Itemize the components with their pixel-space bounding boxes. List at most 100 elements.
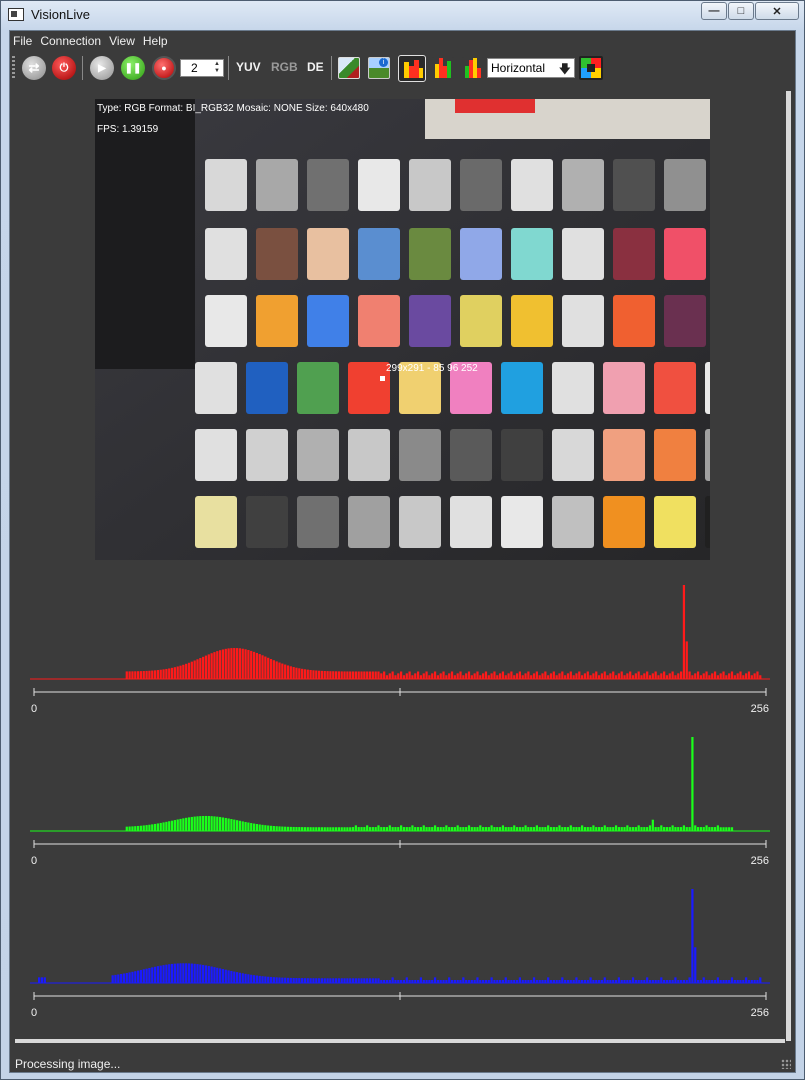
histogram-bar	[614, 825, 618, 831]
histogram-bar	[660, 673, 663, 679]
histogram-bar	[199, 816, 202, 831]
yuv-mode-button[interactable]: YUV	[236, 60, 261, 74]
resize-grip-icon[interactable]	[781, 1059, 791, 1069]
info-view-icon[interactable]: i	[368, 57, 390, 79]
histogram-bar	[289, 666, 292, 679]
image-view-icon[interactable]	[338, 57, 360, 79]
histogram-bar	[267, 657, 270, 679]
histogram-bar	[238, 648, 242, 679]
histogram-bar	[278, 826, 281, 831]
menu-connection[interactable]: Connection	[37, 31, 104, 51]
histogram-bar	[561, 671, 564, 679]
histogram-bar	[241, 648, 244, 679]
pixel-readout: 299x291 - 85 96 252	[386, 363, 478, 374]
histogram-bar	[168, 964, 171, 983]
camera-image-view[interactable]: Type: RGB Format: BI_RGB32 Mosaic: NONE …	[95, 99, 710, 560]
histogram-bar	[281, 826, 284, 831]
histogram-bar	[193, 660, 196, 679]
histogram-bar	[462, 827, 465, 831]
vertical-scrollbar[interactable]	[786, 91, 791, 1041]
frame-step-spinbox[interactable]: 2 ▲ ▼	[180, 59, 224, 77]
histogram-alt-icon[interactable]	[432, 57, 454, 79]
close-button[interactable]: ✕	[755, 2, 799, 20]
histogram-bar	[289, 826, 292, 831]
histogram-bar	[332, 978, 335, 983]
rgb-mode-button[interactable]: RGB	[271, 60, 298, 74]
histogram-bar	[575, 827, 578, 831]
toolbar-separator	[228, 56, 229, 80]
toolbar-grip-icon[interactable]	[12, 56, 15, 80]
histogram-bar	[696, 827, 700, 831]
histogram-bar	[357, 827, 360, 831]
pause-button[interactable]: ❚❚	[121, 56, 145, 80]
histogram-bar	[530, 675, 533, 679]
play-button[interactable]: ▶	[90, 56, 114, 80]
toolbar-separator	[82, 56, 83, 80]
histogram-bar	[694, 673, 697, 679]
histogram-bar	[654, 827, 657, 831]
histogram-bar	[125, 972, 128, 983]
histogram-bar	[306, 827, 309, 831]
color-patch	[358, 228, 400, 280]
histogram-view-icon[interactable]	[398, 55, 426, 82]
de-mode-button[interactable]: DE	[307, 60, 324, 74]
histogram-bar	[247, 974, 250, 983]
histogram-bar	[541, 673, 544, 679]
histogram-axis-max-label: 256	[751, 703, 769, 715]
record-button[interactable]: ●	[152, 56, 176, 80]
histogram-bar	[374, 671, 377, 679]
histogram-bar	[286, 665, 290, 679]
histogram-bar	[674, 827, 677, 831]
color-patch	[603, 362, 645, 414]
histogram-bar	[626, 673, 629, 679]
histogram-bar	[419, 827, 423, 831]
histogram-bar	[453, 675, 456, 679]
spin-arrows-icon[interactable]: ▲ ▼	[214, 61, 220, 75]
histogram-bar	[448, 673, 451, 679]
disconnect-button[interactable]: ⏻	[52, 56, 76, 80]
histogram-bar	[142, 825, 145, 831]
histogram-bar	[349, 827, 352, 831]
color-patch	[705, 429, 710, 481]
histogram-bar	[524, 825, 527, 831]
color-patch	[654, 362, 696, 414]
histogram-bar	[368, 978, 372, 983]
color-patch	[205, 159, 247, 211]
title-bar[interactable]: VisionLive — □ ✕	[1, 1, 804, 29]
histogram-bar	[558, 825, 561, 831]
histogram-bar	[730, 671, 734, 679]
histogram-bar	[416, 827, 420, 831]
histogram-bar	[402, 675, 406, 679]
histogram-bar	[713, 827, 717, 831]
histogram-bar	[114, 974, 117, 983]
histogram-bar	[323, 978, 326, 983]
color-patch	[552, 496, 594, 548]
color-patch	[409, 295, 451, 347]
histogram-bar	[433, 825, 437, 831]
histogram-bar	[190, 661, 193, 679]
layout-orientation-select[interactable]: Horizontal 🡇	[487, 58, 575, 78]
maximize-button[interactable]: □	[728, 2, 754, 20]
histogram-bar	[165, 668, 168, 679]
histogram-bar	[128, 826, 131, 831]
histogram-rgb-icon[interactable]	[462, 57, 484, 79]
menu-file[interactable]: File	[10, 31, 35, 51]
histogram-bar	[230, 819, 233, 831]
histogram-bar	[569, 671, 572, 679]
histogram-bar	[250, 823, 253, 831]
histogram-bar	[433, 977, 437, 983]
histogram-bar	[320, 670, 324, 679]
histogram-bar	[366, 825, 369, 831]
menu-help[interactable]: Help	[140, 31, 171, 51]
histogram-bar	[394, 675, 397, 679]
histogram-bar	[498, 827, 502, 831]
histogram-bar	[128, 972, 131, 983]
color-grid-icon[interactable]	[579, 56, 603, 80]
histogram-bar	[148, 670, 151, 679]
minimize-button[interactable]: —	[701, 2, 727, 20]
histogram-bar	[151, 824, 154, 831]
histogram-bar	[363, 671, 366, 679]
refresh-connection-button[interactable]: ⇄	[22, 56, 46, 80]
menu-view[interactable]: View	[106, 31, 138, 51]
histogram-bar	[227, 648, 230, 679]
